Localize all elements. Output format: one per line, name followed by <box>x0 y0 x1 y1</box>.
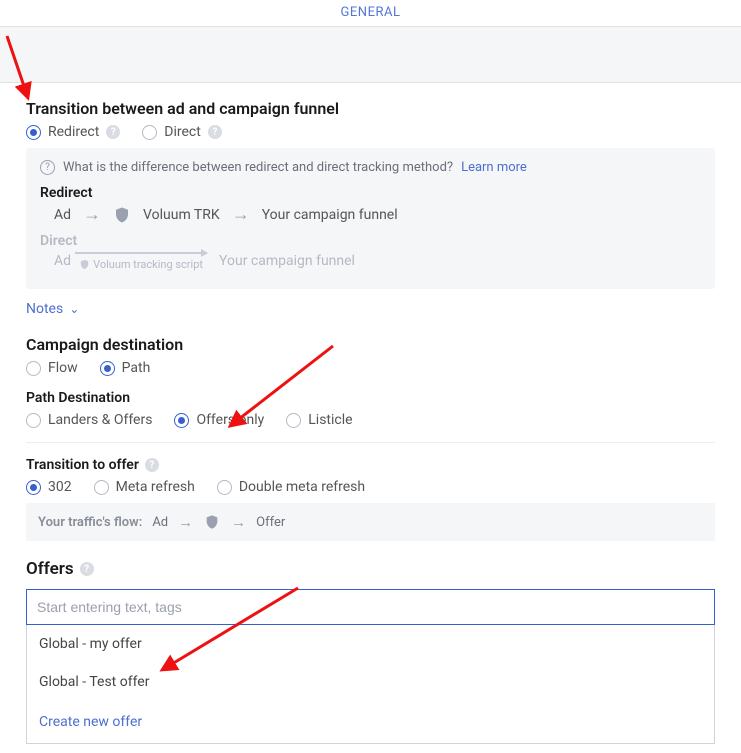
flow-label: Your traffic's flow: <box>38 515 142 530</box>
radio-label: Landers & Offers <box>48 412 152 428</box>
offer-option[interactable]: Global - Test offer <box>27 663 714 701</box>
arrow-icon: → <box>232 204 250 225</box>
radio-label: 302 <box>48 479 72 495</box>
flow-ad: Ad <box>54 253 71 269</box>
radio-icon <box>94 480 109 495</box>
radio-label: Flow <box>48 360 78 376</box>
traffic-flow-box: Your traffic's flow: Ad → → Offer <box>26 503 715 541</box>
radio-label: Offers only <box>196 412 264 428</box>
radio-icon <box>26 125 41 140</box>
radio-listicle[interactable]: Listicle <box>286 412 352 428</box>
radio-flow[interactable]: Flow <box>26 360 78 376</box>
radio-label: Redirect <box>48 124 99 140</box>
radio-label: Listicle <box>308 412 352 428</box>
radio-icon <box>100 361 115 376</box>
create-new-offer[interactable]: Create new offer <box>27 701 714 743</box>
radio-path[interactable]: Path <box>100 360 151 376</box>
arrow-icon: → <box>83 204 101 225</box>
radio-label: Double meta refresh <box>239 479 365 495</box>
radio-icon <box>174 413 189 428</box>
transition-title: Transition between ad and campaign funne… <box>26 99 715 118</box>
tab-general[interactable]: GENERAL <box>341 5 401 20</box>
radio-icon <box>142 125 157 140</box>
transition-offer-title: Transition to offer ? <box>26 457 715 473</box>
radio-meta-refresh[interactable]: Meta refresh <box>94 479 195 495</box>
notes-toggle[interactable]: Notes ⌄ <box>26 301 715 317</box>
help-icon[interactable]: ? <box>145 458 159 472</box>
radio-landers-offers[interactable]: Landers & Offers <box>26 412 152 428</box>
flow-trk: Voluum TRK <box>143 207 220 223</box>
flow-ad: Ad <box>152 515 168 530</box>
radio-double-meta[interactable]: Double meta refresh <box>217 479 365 495</box>
radio-offers-only[interactable]: Offers only <box>174 412 264 428</box>
arrow-icon: → <box>231 513 246 531</box>
offers-dropdown: Global - my offer Global - Test offer Cr… <box>26 625 715 744</box>
flow-ad: Ad <box>54 207 71 223</box>
radio-label: Direct <box>164 124 201 140</box>
divider <box>26 442 715 443</box>
radio-icon <box>26 413 41 428</box>
offers-search-input[interactable] <box>26 589 715 625</box>
radio-302[interactable]: 302 <box>26 479 72 495</box>
learn-more-link[interactable]: Learn more <box>461 160 527 175</box>
radio-icon <box>26 361 41 376</box>
flow-dest: Your campaign funnel <box>262 207 398 223</box>
destination-title: Campaign destination <box>26 335 715 354</box>
header-bar <box>0 26 741 83</box>
shield-icon <box>113 206 131 224</box>
radio-direct[interactable]: Direct ? <box>142 124 222 140</box>
line-arrow-icon <box>75 252 207 254</box>
path-destination-label: Path Destination <box>26 390 715 406</box>
script-label: Voluum tracking script <box>79 258 203 273</box>
flow-offer: Offer <box>256 515 285 530</box>
radio-label: Meta refresh <box>116 479 195 495</box>
radio-icon <box>217 480 232 495</box>
info-question: What is the difference between redirect … <box>63 160 453 175</box>
radio-icon <box>26 480 41 495</box>
radio-label: Path <box>122 360 151 376</box>
transition-info-box: ? What is the difference between redirec… <box>26 148 715 289</box>
arrow-icon: → <box>178 513 193 531</box>
help-icon[interactable]: ? <box>106 125 120 139</box>
help-icon[interactable]: ? <box>208 125 222 139</box>
direct-block-title: Direct <box>40 233 701 249</box>
flow-dest: Your campaign funnel <box>219 253 355 269</box>
help-icon[interactable]: ? <box>80 562 94 576</box>
offers-title: Offers ? <box>26 559 715 579</box>
offer-option[interactable]: Global - my offer <box>27 625 714 663</box>
shield-icon <box>203 513 221 531</box>
radio-redirect[interactable]: Redirect ? <box>26 124 120 140</box>
chevron-down-icon: ⌄ <box>69 302 79 316</box>
redirect-block-title: Redirect <box>40 185 701 201</box>
radio-icon <box>286 413 301 428</box>
info-icon: ? <box>40 160 55 175</box>
